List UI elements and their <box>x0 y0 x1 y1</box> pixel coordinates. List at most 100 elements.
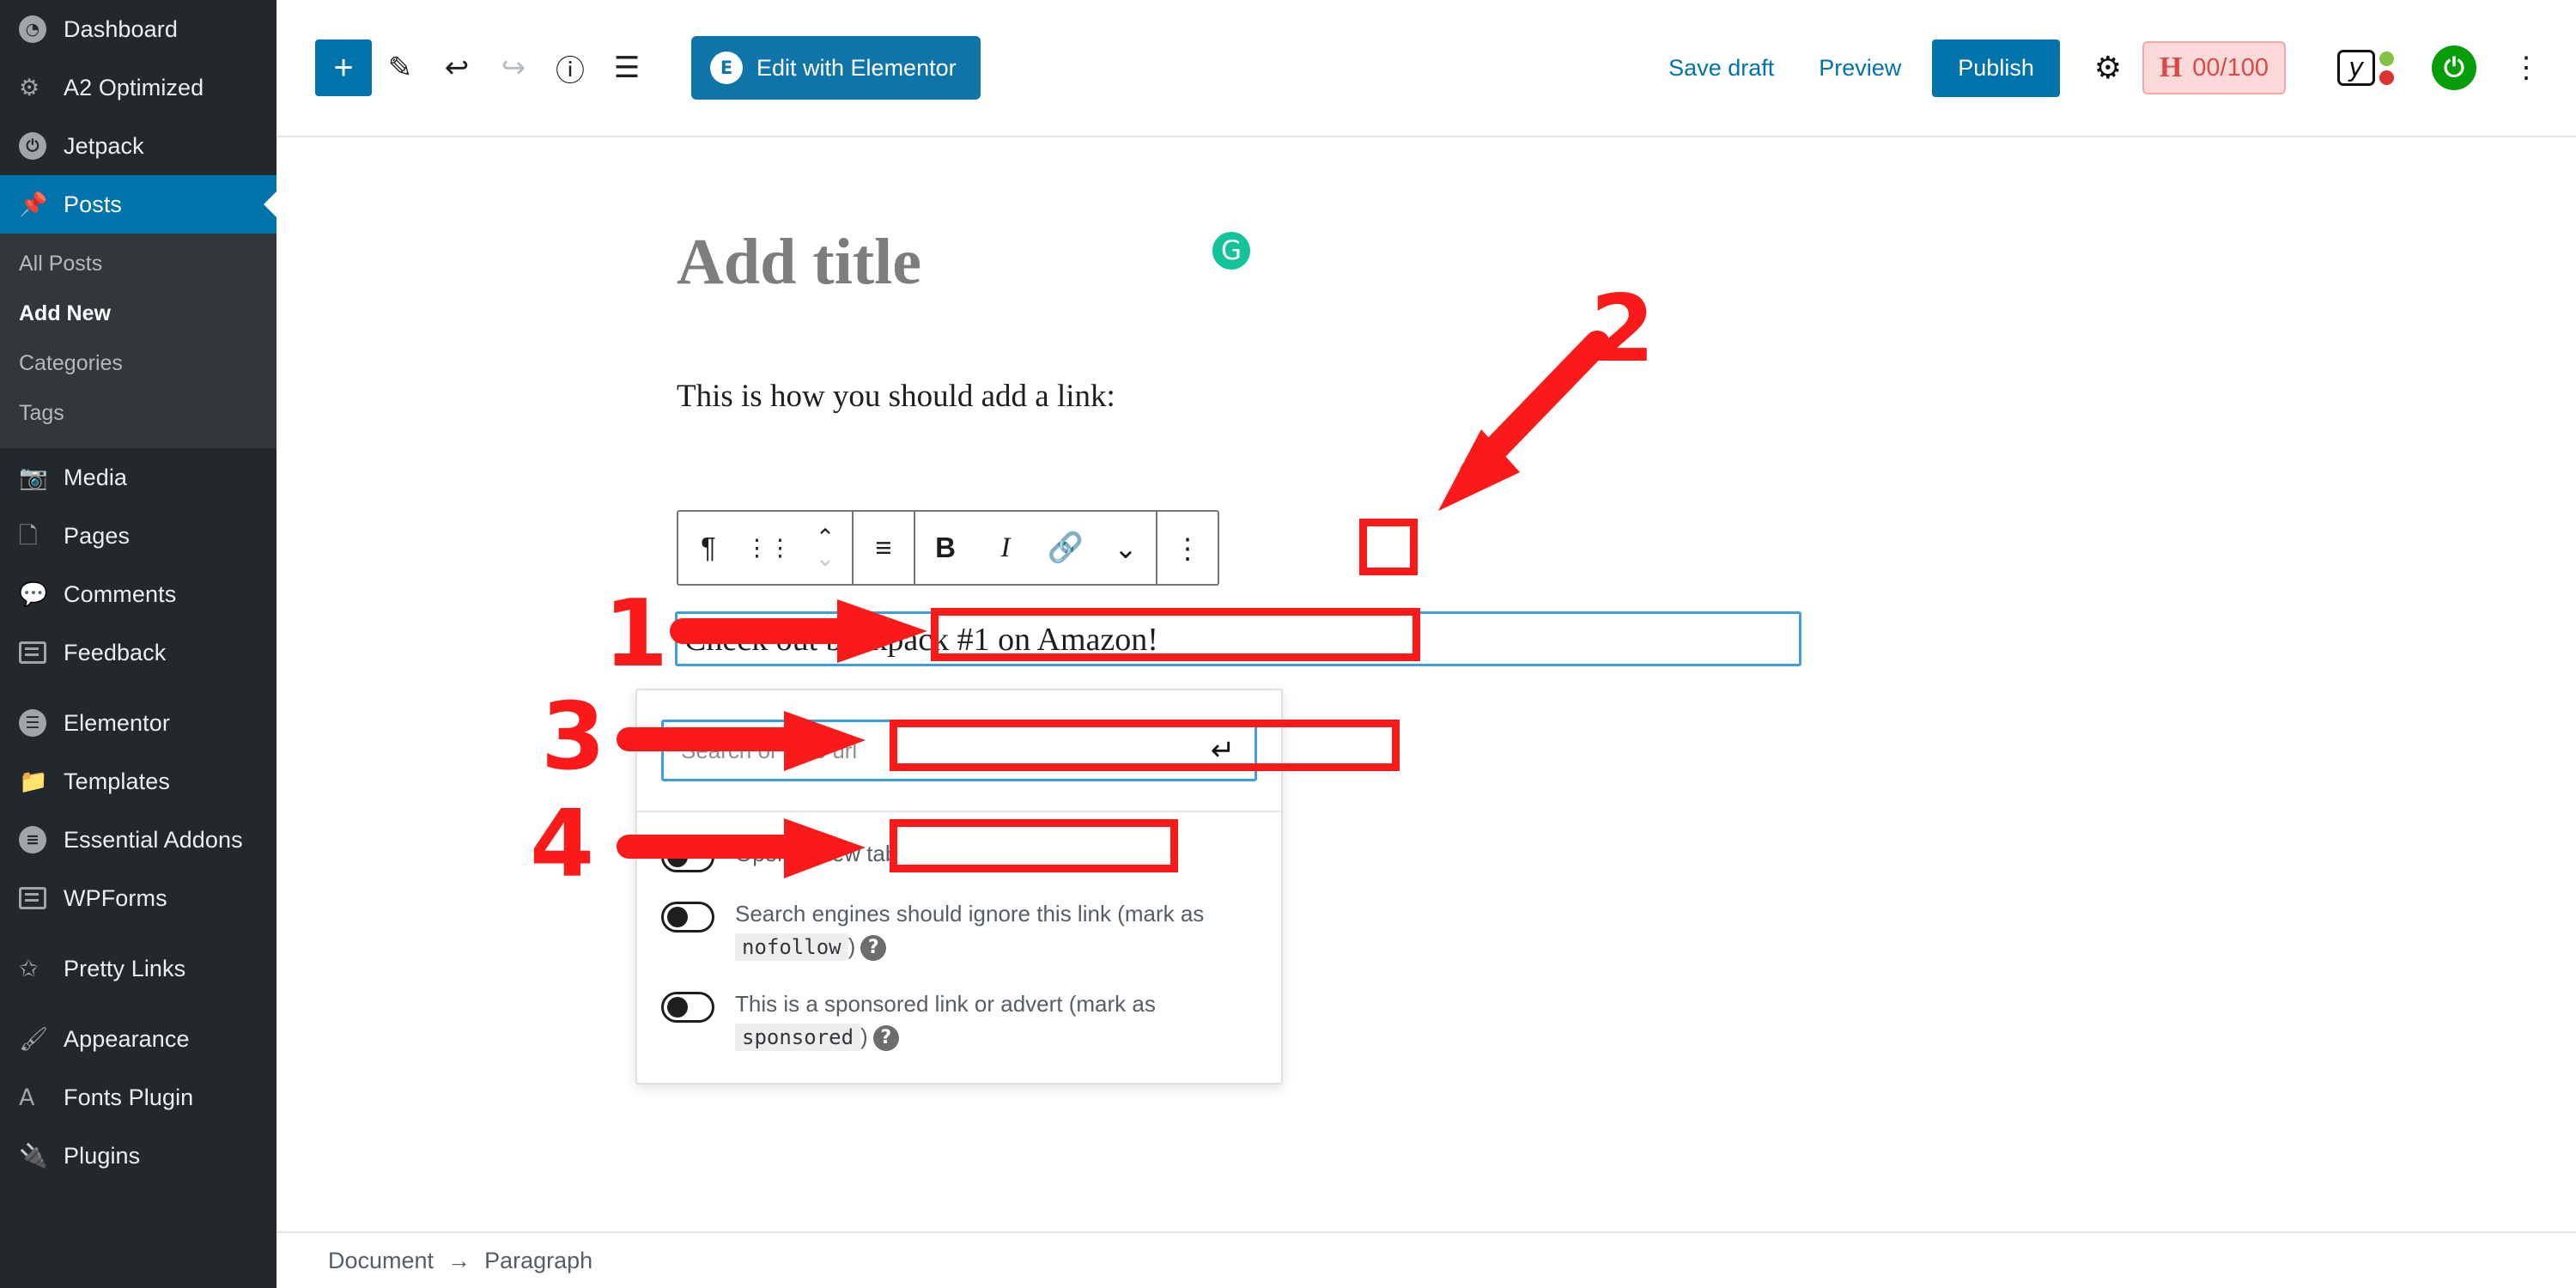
sidebar-item-label: Media <box>64 464 128 490</box>
yoast-score-value: 00/100 <box>2192 53 2269 82</box>
sidebar-item-wpforms[interactable]: WPForms <box>0 869 276 927</box>
link-search-input[interactable] <box>664 722 1191 779</box>
sidebar-item-label: Templates <box>64 768 170 794</box>
sidebar-item-label: Pretty Links <box>64 955 186 981</box>
sidebar-subitem-label: Tags <box>19 400 64 425</box>
sidebar-item-comments[interactable]: 💬 Comments <box>0 565 276 623</box>
yoast-seo-icon[interactable]: y <box>2337 50 2394 86</box>
header-left-tools: + ✎ ↩ ↪ ⓘ ☰ E Edit with Elementor <box>276 36 981 100</box>
sidebar-subitem-add-new[interactable]: Add New <box>0 289 276 338</box>
redo-button[interactable]: ↪ <box>485 39 542 96</box>
block-toolbar: ¶ ⋮⋮ ⌃ ⌄ ≡ B I 🔗 ⌄ ⋮ <box>677 510 1219 586</box>
intro-paragraph-block[interactable]: This is how you should add a link: <box>677 378 1115 415</box>
sidebar-item-plugins[interactable]: 🔌 Plugins <box>0 1127 276 1185</box>
sidebar-item-elementor[interactable]: ☰ Elementor <box>0 694 276 752</box>
save-draft-button[interactable]: Save draft <box>1646 55 1796 82</box>
add-block-button[interactable]: + <box>315 39 372 96</box>
brush-icon: 🖌 <box>19 1025 49 1053</box>
sidebar-item-label: Elementor <box>64 709 170 736</box>
option-text-after: ) <box>848 933 856 959</box>
option-nofollow: Search engines should ignore this link (… <box>661 898 1257 963</box>
sidebar-subitem-tags[interactable]: Tags <box>0 388 276 438</box>
selected-paragraph-block[interactable]: Check out backpack #1 on Amazon! <box>675 611 1801 666</box>
block-type-paragraph-icon[interactable]: ¶ <box>678 512 738 584</box>
pretty-links-icon: ✩ <box>19 955 39 982</box>
breadcrumb-root[interactable]: Document <box>328 1248 434 1274</box>
comment-icon: 💬 <box>19 580 48 608</box>
sidebar-group-content: 📷 Media 🗋 Pages 💬 Comments Feedback <box>0 448 276 682</box>
jetpack-icon[interactable]: ⏻ <box>2432 46 2476 90</box>
sidebar-item-appearance[interactable]: 🖌 Appearance <box>0 1010 276 1068</box>
sidebar-item-dashboard[interactable]: ◔ Dashboard <box>0 0 276 58</box>
sidebar-item-pages[interactable]: 🗋 Pages <box>0 507 276 565</box>
preview-button[interactable]: Preview <box>1796 55 1923 82</box>
sidebar-subitem-categories[interactable]: Categories <box>0 338 276 388</box>
sponsored-code-tag: sponsored <box>735 1024 861 1052</box>
block-toolbar-segment-block: ¶ ⋮⋮ ⌃ ⌄ <box>678 512 854 584</box>
sidebar-divider <box>0 927 276 939</box>
edit-tool-button[interactable]: ✎ <box>372 39 428 96</box>
sidebar-item-media[interactable]: 📷 Media <box>0 448 276 507</box>
bold-button[interactable]: B <box>915 512 975 584</box>
option-label: Open in new tab <box>735 838 897 871</box>
link-search-row: ↵ <box>637 690 1281 812</box>
sidebar-item-posts[interactable]: 📌 Posts <box>0 175 276 234</box>
block-navigation-button[interactable]: ☰ <box>598 39 655 96</box>
sidebar-item-fonts-plugin[interactable]: A Fonts Plugin <box>0 1068 276 1127</box>
option-label: Search engines should ignore this link (… <box>735 898 1216 963</box>
settings-gear-icon[interactable]: ⚙ <box>2079 39 2137 97</box>
drag-handle-icon[interactable]: ⋮⋮ <box>738 512 799 584</box>
breadcrumb-leaf[interactable]: Paragraph <box>484 1248 592 1274</box>
italic-button[interactable]: I <box>975 512 1036 584</box>
sidebar-item-jetpack[interactable]: ⏻ Jetpack <box>0 117 276 175</box>
block-toolbar-segment-options: ⋮ <box>1157 512 1218 584</box>
elementor-logo-icon: E <box>710 52 743 84</box>
sidebar-divider <box>0 682 276 694</box>
yoast-score-letter: H <box>2159 52 2183 83</box>
details-info-button[interactable]: ⓘ <box>542 39 598 96</box>
link-button[interactable]: 🔗 <box>1036 512 1096 584</box>
sidebar-item-essential-addons[interactable]: ≡ Essential Addons <box>0 811 276 869</box>
yoast-status-dots <box>2379 51 2394 85</box>
help-icon[interactable]: ? <box>860 934 887 961</box>
grammarly-icon[interactable]: G <box>1212 232 1250 270</box>
more-options-kebab-icon[interactable]: ⋮ <box>2506 39 2547 96</box>
sidebar-item-label: Essential Addons <box>64 826 243 853</box>
edit-with-elementor-label: Edit with Elementor <box>756 54 957 81</box>
nofollow-toggle[interactable] <box>661 902 714 933</box>
sidebar-subitem-all-posts[interactable]: All Posts <box>0 239 276 289</box>
edit-with-elementor-button[interactable]: E Edit with Elementor <box>691 36 981 100</box>
help-icon[interactable]: ? <box>872 1025 899 1052</box>
yoast-readability-score-badge[interactable]: H 00/100 <box>2142 41 2286 94</box>
sidebar-item-label: Dashboard <box>64 15 178 42</box>
link-options-list: Open in new tab Search engines should ig… <box>637 812 1281 1083</box>
sidebar-item-pretty-links[interactable]: ✩ Pretty Links <box>0 939 276 998</box>
sidebar-item-feedback[interactable]: Feedback <box>0 623 276 682</box>
breadcrumb: Document → Paragraph <box>276 1248 592 1274</box>
publish-button[interactable]: Publish <box>1932 39 2060 97</box>
sidebar-group-primary: ◔ Dashboard ⚙ A2 Optimized ⏻ Jetpack <box>0 0 276 175</box>
sponsored-toggle[interactable] <box>661 992 714 1024</box>
move-up-down-icon[interactable]: ⌃ ⌄ <box>799 512 852 584</box>
jetpack-icon: ⏻ <box>19 132 64 160</box>
font-a-icon: A <box>19 1084 35 1111</box>
sidebar-item-templates[interactable]: 📁 Templates <box>0 752 276 811</box>
enter-arrow-icon[interactable]: ↵ <box>1191 722 1255 779</box>
sidebar-group-plugins: ☰ Elementor 📁 Templates ≡ Essential Addo… <box>0 694 276 927</box>
undo-button[interactable]: ↩ <box>428 39 485 96</box>
more-rich-text-chevron-icon[interactable]: ⌄ <box>1096 512 1156 584</box>
selected-paragraph-text[interactable]: Check out backpack #1 on Amazon! <box>684 621 1158 659</box>
post-title-placeholder[interactable]: Add title <box>677 225 921 300</box>
admin-sidebar: ◔ Dashboard ⚙ A2 Optimized ⏻ Jetpack 📌 P… <box>0 0 276 1288</box>
move-down-icon[interactable]: ⌄ <box>816 546 835 569</box>
align-text-icon[interactable]: ≡ <box>854 512 914 584</box>
gear-icon: ⚙ <box>19 74 40 101</box>
option-sponsored: This is a sponsored link or advert (mark… <box>661 988 1257 1053</box>
sidebar-group-links: ✩ Pretty Links <box>0 939 276 998</box>
block-options-kebab-icon[interactable]: ⋮ <box>1157 512 1218 584</box>
sidebar-item-a2-optimized[interactable]: ⚙ A2 Optimized <box>0 58 276 117</box>
option-open-in-new-tab: Open in new tab <box>661 838 1257 872</box>
yoast-logo-icon: y <box>2337 50 2375 86</box>
open-in-new-tab-toggle[interactable] <box>661 841 714 872</box>
pages-icon: 🗋 <box>19 522 38 550</box>
